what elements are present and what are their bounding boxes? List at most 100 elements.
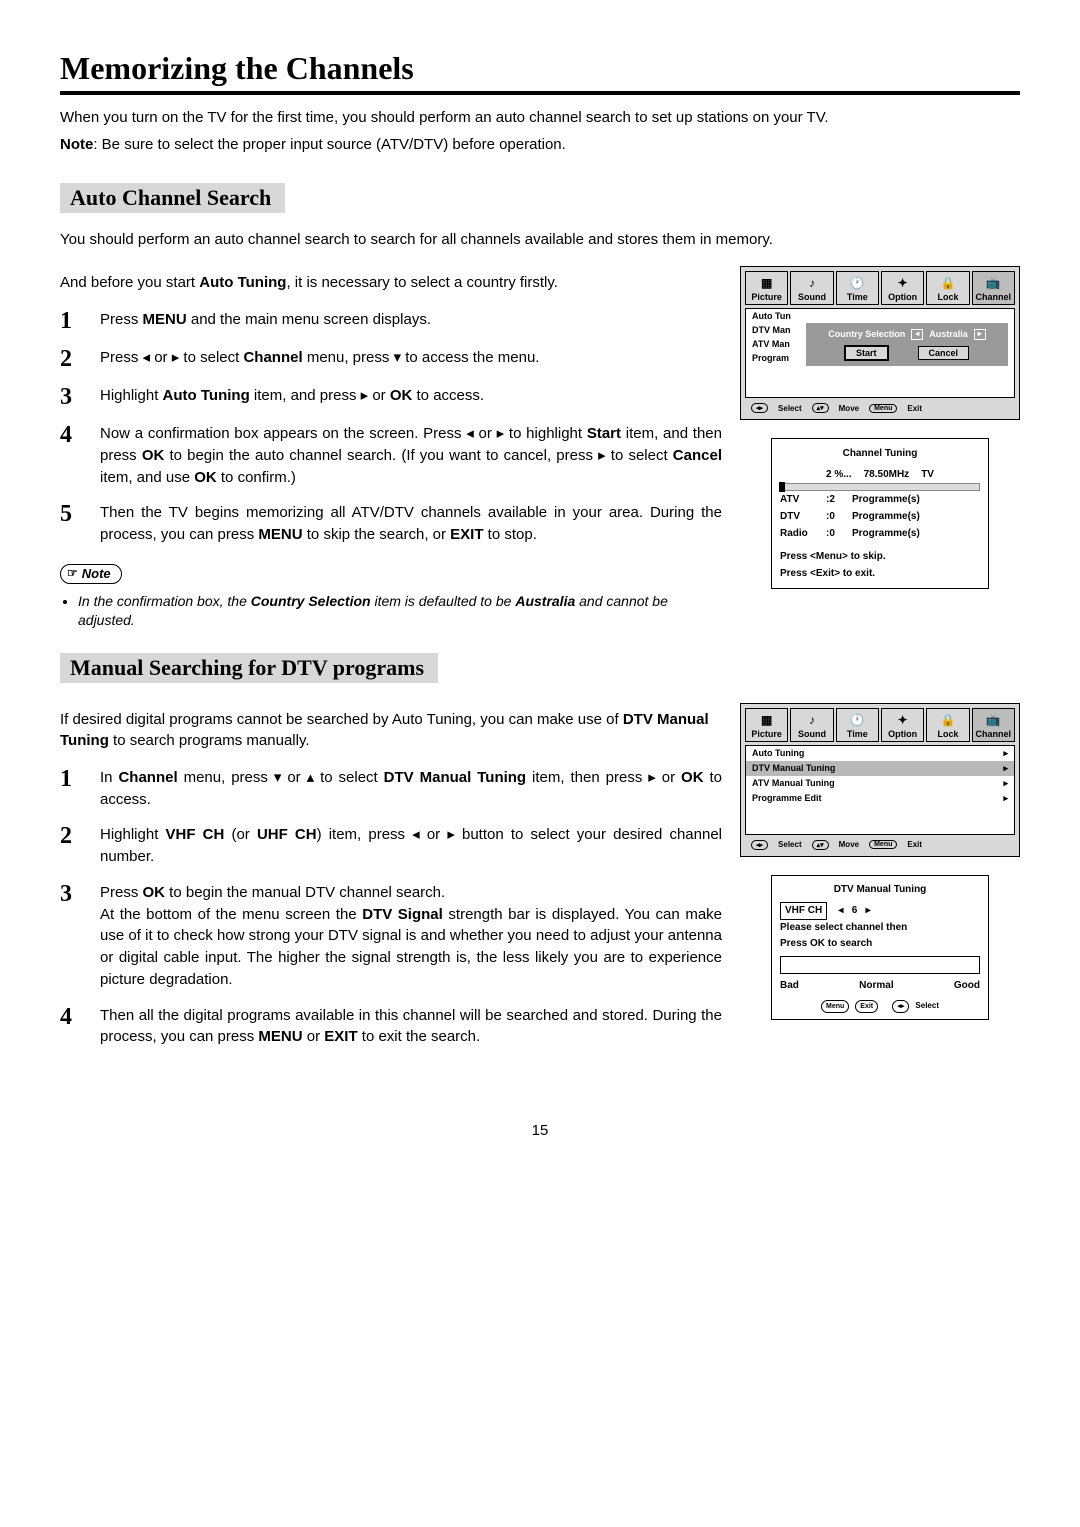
sound-icon: ♪ (791, 274, 832, 292)
vhf-label: VHF CH (780, 902, 827, 920)
tune-percent: 2 %... (826, 466, 852, 483)
osd-tab-sound[interactable]: ♪Sound (790, 271, 833, 305)
channel-tuning-box: Channel Tuning 2 %... 78.50MHz TV ATV:2P… (771, 438, 989, 589)
osd-tab-option[interactable]: ✦Option (881, 271, 924, 305)
dtv-channel-row: VHF CH ◂ 6 ▸ (780, 902, 980, 920)
step-text: Highlight Auto Tuning item, and press ▸ … (100, 385, 722, 409)
ud-icon: ▴▾ (812, 840, 829, 850)
section2-intro: If desired digital programs cannot be se… (60, 709, 722, 751)
tune-hint-1: Press <Menu> to skip. (780, 548, 980, 565)
osd-tab-sound[interactable]: ♪Sound (790, 708, 833, 742)
osd-footer: ◂▸ Select ▴▾ Move Menu Exit (745, 835, 1015, 852)
menu-row: Programme Edit▸ (746, 791, 1014, 806)
step-number: 1 (60, 767, 82, 811)
option-icon: ✦ (882, 274, 923, 292)
s1-pre: And before you start (60, 274, 199, 291)
tab-label: Option (888, 729, 917, 739)
footer-exit: Exit (907, 840, 922, 849)
menu-row-selected: DTV Manual Tuning▸ (746, 761, 1014, 776)
scale-normal: Normal (859, 978, 893, 994)
tune-band: TV (921, 466, 934, 483)
step-number: 5 (60, 502, 82, 546)
lr-icon: ◂▸ (751, 403, 768, 413)
time-icon: 🕐 (837, 274, 878, 292)
time-icon: 🕐 (837, 711, 878, 729)
tab-label: Sound (798, 729, 826, 739)
osd-tab-picture[interactable]: ▦Picture (745, 271, 788, 305)
note-item: In the confirmation box, the Country Sel… (78, 592, 722, 631)
note-badge: Note (60, 564, 122, 584)
step-number: 3 (60, 385, 82, 409)
section1-intro1: You should perform an auto channel searc… (60, 229, 1020, 250)
step: 2 Press ◂ or ▸ to select Channel menu, p… (60, 347, 722, 371)
picture-icon: ▦ (746, 274, 787, 292)
step-text: Then the TV begins memorizing all ATV/DT… (100, 502, 722, 546)
osd-tab-picture[interactable]: ▦Picture (745, 708, 788, 742)
tab-label: Picture (751, 292, 782, 302)
footer-exit: Exit (907, 404, 922, 413)
lr-icon: ◂▸ (751, 840, 768, 850)
intro-note: Note: Be sure to select the proper input… (60, 134, 1020, 155)
arrow-right-icon: ▸ (866, 905, 871, 916)
cancel-button[interactable]: Cancel (918, 346, 970, 360)
channel-icon: 📺 (973, 274, 1014, 292)
osd-tab-channel[interactable]: 📺Channel (972, 271, 1015, 305)
step: 1 In Channel menu, press ▾ or ▴ to selec… (60, 767, 722, 811)
menu-row: Auto Tun (746, 309, 1014, 323)
intro-paragraph: When you turn on the TV for the first ti… (60, 107, 1020, 128)
arrow-right-icon: ▸ (974, 329, 986, 340)
section1-intro2: And before you start Auto Tuning, it is … (60, 272, 722, 293)
step-number: 2 (60, 347, 82, 371)
osd-tab-time[interactable]: 🕐Time (836, 708, 879, 742)
step-text: Press MENU and the main menu screen disp… (100, 309, 722, 333)
tune-row: ATV:2Programme(s) (780, 491, 980, 508)
sound-icon: ♪ (791, 711, 832, 729)
step: 3 Highlight Auto Tuning item, and press … (60, 385, 722, 409)
step-number: 1 (60, 309, 82, 333)
s1-post: , it is necessary to select a country fi… (286, 274, 557, 291)
note-text: : Be sure to select the proper input sou… (93, 136, 565, 153)
menu-row: Auto Tuning▸ (746, 746, 1014, 761)
step-text: Then all the digital programs available … (100, 1005, 722, 1049)
osd-tab-lock[interactable]: 🔒Lock (926, 271, 969, 305)
section-heading-manual: Manual Searching for DTV programs (60, 653, 438, 683)
step-number: 4 (60, 1005, 82, 1049)
exit-button: Exit (855, 1000, 878, 1013)
note-label: Note (60, 136, 93, 153)
chevron-right-icon: ▸ (1003, 793, 1008, 804)
step: 2 Highlight VHF CH (or UHF CH) item, pre… (60, 824, 722, 868)
step-text: Press OK to begin the manual DTV channel… (100, 882, 722, 991)
osd-country-menu: ▦Picture♪Sound🕐Time✦Option🔒Lock📺Channel … (740, 266, 1020, 420)
start-button[interactable]: Start (845, 346, 888, 360)
lock-icon: 🔒 (927, 274, 968, 292)
osd-tab-time[interactable]: 🕐Time (836, 271, 879, 305)
osd-tab-lock[interactable]: 🔒Lock (926, 708, 969, 742)
step: 5 Then the TV begins memorizing all ATV/… (60, 502, 722, 546)
step-number: 4 (60, 423, 82, 488)
osd-channel-menu: ▦Picture♪Sound🕐Time✦Option🔒Lock📺Channel … (740, 703, 1020, 857)
page-title: Memorizing the Channels (60, 50, 1020, 87)
tab-label: Lock (937, 729, 958, 739)
intro-block: When you turn on the TV for the first ti… (60, 107, 1020, 155)
lock-icon: 🔒 (927, 711, 968, 729)
title-rule (60, 91, 1020, 95)
tab-label: Channel (976, 292, 1012, 302)
step: 4 Then all the digital programs availabl… (60, 1005, 722, 1049)
osd-tab-option[interactable]: ✦Option (881, 708, 924, 742)
channel-icon: 📺 (973, 711, 1014, 729)
lr-icon: ◂▸ (892, 1000, 909, 1013)
step: 1 Press MENU and the main menu screen di… (60, 309, 722, 333)
country-popup: Country Selection ◂ Australia ▸ Start Ca… (806, 323, 1008, 366)
step: 3 Press OK to begin the manual DTV chann… (60, 882, 722, 991)
menu-icon: Menu (869, 404, 897, 413)
progress-knob (779, 482, 785, 492)
footer-move: Move (839, 840, 859, 849)
tune-row: DTV:0Programme(s) (780, 508, 980, 525)
tab-label: Picture (751, 729, 782, 739)
osd-tab-channel[interactable]: 📺Channel (972, 708, 1015, 742)
scale-good: Good (954, 978, 980, 994)
tab-label: Time (847, 292, 868, 302)
step-text: In Channel menu, press ▾ or ▴ to select … (100, 767, 722, 811)
footer-select: Select (778, 404, 802, 413)
osd-footer: ◂▸ Select ▴▾ Move Menu Exit (745, 398, 1015, 415)
